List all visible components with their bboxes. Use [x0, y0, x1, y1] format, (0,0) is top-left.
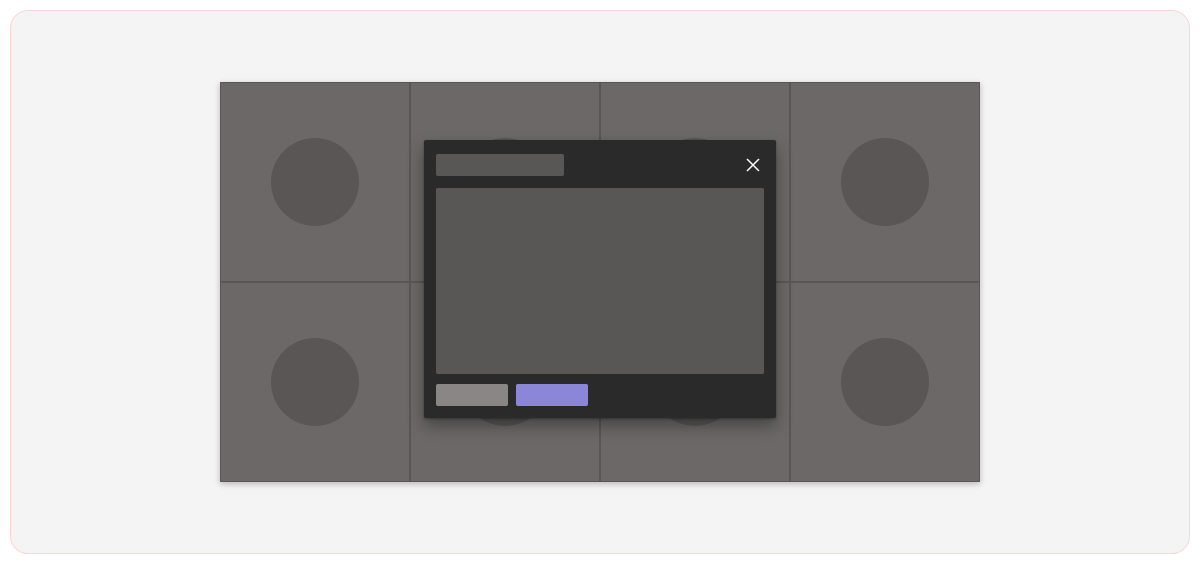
dialog-body	[436, 188, 764, 374]
dialog-title	[436, 154, 564, 176]
primary-button[interactable]	[516, 384, 588, 406]
close-button[interactable]	[742, 154, 764, 176]
secondary-button[interactable]	[436, 384, 508, 406]
dialog-actions	[436, 384, 764, 406]
close-icon	[746, 158, 760, 172]
confirmation-dialog	[424, 140, 776, 418]
illustration-card	[10, 10, 1190, 554]
meeting-viewport	[220, 82, 980, 482]
dialog-header	[436, 152, 764, 178]
